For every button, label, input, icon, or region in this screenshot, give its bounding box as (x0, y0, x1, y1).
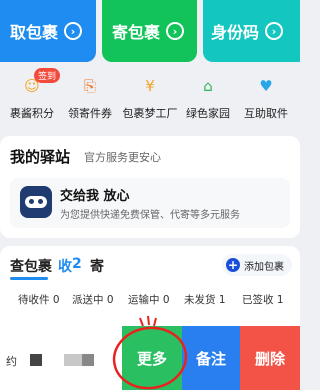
tab-query-packages[interactable]: 查包裹 (10, 256, 52, 276)
top-action-cards: 取包裹 › 寄包裹 › 身份码 › (0, 0, 300, 62)
stat-signed[interactable]: 已签收 1 (242, 292, 284, 307)
quick-item-mutual-pickup[interactable]: ♥ 互助取件 (236, 72, 296, 121)
send-package-card[interactable]: 寄包裹 › (102, 0, 197, 62)
stat-pending-receive[interactable]: 待收件 0 (18, 292, 60, 307)
heart-icon: ♥ (259, 77, 273, 95)
plus-icon: + (226, 258, 240, 272)
receive-count: 2 (72, 256, 82, 272)
quick-item-factory[interactable]: ¥ 包裹梦工厂 (120, 72, 180, 121)
section-subtitle: 官方服务更安心 (84, 151, 161, 164)
robot-icon (20, 186, 52, 218)
my-station-section: 我的驿站 官方服务更安心 交给我 放心 为您提供快递免费保管、代寄等多元服务 (0, 136, 300, 238)
pickup-package-card[interactable]: 取包裹 › (0, 0, 96, 62)
stat-count: 1 (276, 294, 284, 306)
quick-item-label: 互助取件 (244, 107, 288, 120)
coupon-icon: ⎘ (83, 77, 96, 95)
stat-count: 0 (52, 294, 60, 306)
stat-not-shipped[interactable]: 未发货 1 (184, 292, 226, 307)
coin-icon: ¥ (145, 77, 155, 95)
tab-send[interactable]: 寄 (90, 256, 104, 276)
note-button[interactable]: 备注 (182, 326, 240, 390)
active-tab-indicator (10, 277, 48, 280)
delete-button[interactable]: 删除 (240, 326, 300, 390)
chevron-right-icon: › (166, 22, 185, 40)
quick-item-points[interactable]: ☺ 签到 裹酱积分 (2, 68, 62, 121)
add-package-label: 添加包裹 (244, 261, 284, 273)
stat-in-transit[interactable]: 运输中 0 (128, 292, 170, 307)
packages-section: 查包裹 收 2 寄 + 添加包裹 待收件 0 派送中 0 运输中 0 未发货 1… (0, 246, 300, 326)
quick-item-label: 绿色家园 (186, 107, 230, 120)
redacted-block (30, 354, 42, 366)
package-row-swiped[interactable]: 约 更多 备注 删除 (0, 326, 300, 390)
stat-count: 1 (218, 294, 226, 306)
stat-label: 待收件 (18, 294, 50, 306)
send-label: 寄包裹 (112, 23, 161, 42)
stat-count: 0 (162, 294, 170, 306)
quick-entries: ☺ 签到 裹酱积分 ⎘ 领寄件券 ¥ 包裹梦工厂 ⌂ 绿色家园 ♥ 互助取件 (0, 64, 300, 126)
quick-item-coupon[interactable]: ⎘ 领寄件券 (60, 72, 120, 121)
quick-item-green-home[interactable]: ⌂ 绿色家园 (178, 72, 238, 121)
redacted-block (82, 354, 94, 366)
stat-delivering[interactable]: 派送中 0 (72, 292, 114, 307)
id-code-card[interactable]: 身份码 › (203, 0, 300, 62)
stat-label: 运输中 (128, 294, 160, 306)
stat-label: 未发货 (184, 294, 216, 306)
add-package-button[interactable]: + 添加包裹 (222, 254, 292, 276)
checkin-badge: 签到 (34, 68, 61, 83)
package-status-row: 待收件 0 派送中 0 运输中 0 未发货 1 已签收 1 (0, 292, 300, 312)
section-title: 我的驿站 (10, 148, 71, 166)
service-description: 为您提供快递免费保管、代寄等多元服务 (60, 210, 240, 221)
more-button[interactable]: 更多 (122, 326, 182, 390)
pickup-label: 取包裹 (10, 23, 59, 42)
station-service-card[interactable]: 交给我 放心 为您提供快递免费保管、代寄等多元服务 (10, 178, 290, 228)
chevron-right-icon: › (64, 22, 83, 40)
tab-receive[interactable]: 收 (58, 256, 72, 276)
stat-label: 已签收 (242, 294, 274, 306)
stat-count: 0 (106, 294, 114, 306)
id-code-label: 身份码 (211, 23, 260, 42)
stat-label: 派送中 (72, 294, 104, 306)
quick-item-label: 裹酱积分 (10, 107, 54, 120)
service-title: 交给我 放心 (60, 189, 130, 204)
home-icon: ⌂ (203, 77, 213, 95)
row-text-fragment: 约 (6, 355, 17, 368)
quick-item-label: 领寄件券 (68, 107, 112, 120)
quick-item-label: 包裹梦工厂 (122, 107, 178, 120)
chevron-right-icon: › (265, 22, 284, 40)
